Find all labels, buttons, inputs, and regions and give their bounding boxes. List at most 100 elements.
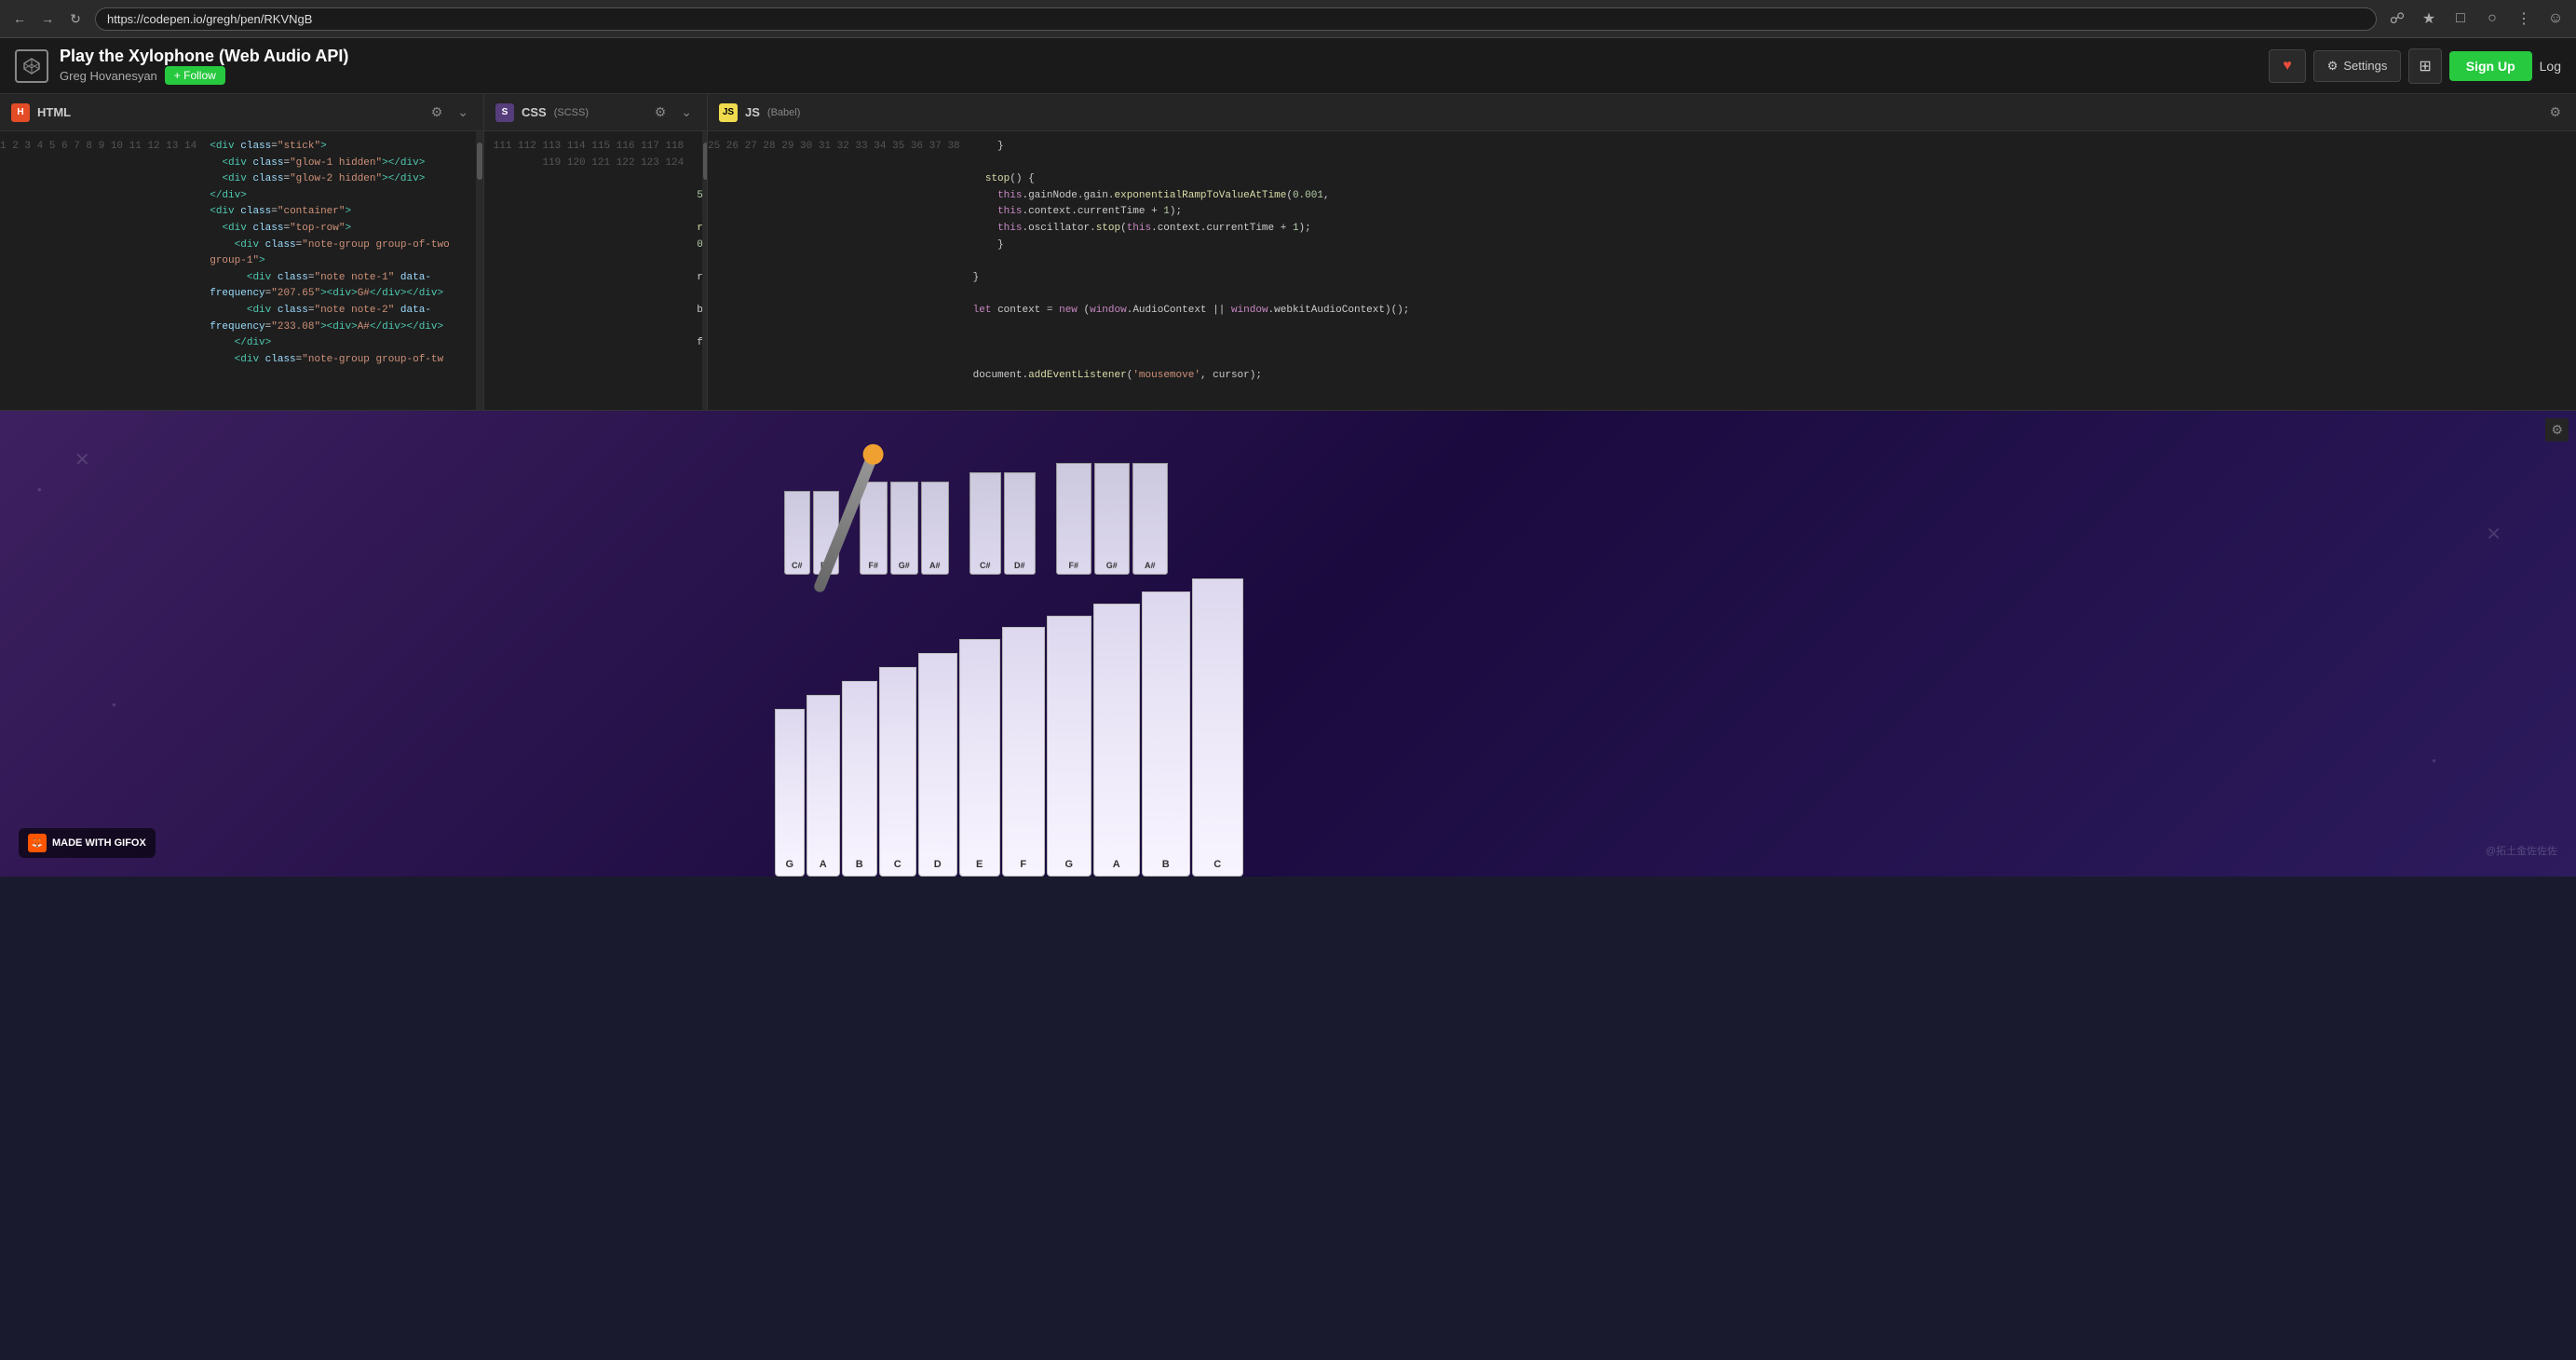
xylophone-stage: C# D# F# G# A# C# xyxy=(766,463,1399,877)
css-line-numbers: 111 112 113 114 115 116 117 118 119 120 … xyxy=(484,131,691,410)
css-label: CSS xyxy=(522,105,547,119)
key-c2[interactable]: C xyxy=(1192,578,1243,877)
heart-button[interactable]: ♥ xyxy=(2269,49,2306,83)
js-icon: JS xyxy=(719,103,738,122)
key-g1[interactable]: G xyxy=(775,709,805,877)
css-scrollbar[interactable] xyxy=(702,131,707,410)
sharp-label-gs1: G# xyxy=(899,561,910,570)
sharp-key-as2[interactable]: A# xyxy=(1132,463,1168,575)
key-e1[interactable]: E xyxy=(959,639,1000,877)
key-b1[interactable]: B xyxy=(842,681,877,877)
sharp-key-cs1[interactable]: C# xyxy=(784,491,810,575)
header-actions: ♥ ⚙ Settings ⊞ Sign Up Log xyxy=(2269,48,2561,84)
html-scrollbar[interactable] xyxy=(476,131,483,410)
css-sublabel: (SCSS) xyxy=(554,107,589,118)
pen-author: Greg Hovanesyan + Follow xyxy=(60,66,2269,85)
forward-button[interactable]: → xyxy=(35,7,60,31)
settings-label: Settings xyxy=(2343,59,2387,73)
login-button[interactable]: Log xyxy=(2540,59,2561,74)
js-sublabel: (Babel) xyxy=(767,107,800,118)
grid-button[interactable]: ⊞ xyxy=(2408,48,2441,84)
deco-dot-3: ✕ xyxy=(2486,523,2501,546)
key-label-g1: G xyxy=(785,859,793,870)
css-scrollbar-thumb xyxy=(703,143,707,180)
preview-settings-button[interactable]: ⚙ xyxy=(2545,418,2569,442)
browser-chrome: ← → ↻ https://codepen.io/gregh/pen/RKVNg… xyxy=(0,0,2576,38)
translate-icon[interactable]: ☍ xyxy=(2384,6,2410,32)
editor-area: H HTML ⚙ ⌄ 1 2 3 4 5 6 7 8 9 10 11 12 13… xyxy=(0,94,2576,411)
key-g2[interactable]: G xyxy=(1047,616,1091,877)
css-settings-icon[interactable]: ⚙ xyxy=(651,102,671,122)
natural-keys-bottom-row: G A B C D E F G A xyxy=(766,578,1399,877)
deco-dot-4: ● xyxy=(112,700,116,709)
address-bar[interactable]: https://codepen.io/gregh/pen/RKVNgB xyxy=(95,7,2377,31)
codepen-logo xyxy=(15,49,48,83)
key-label-d1: D xyxy=(934,859,942,870)
sharp-key-as1[interactable]: A# xyxy=(921,482,949,575)
js-tab: JS JS (Babel) ⚙ xyxy=(708,94,2576,131)
pen-info: Play the Xylophone (Web Audio API) Greg … xyxy=(60,47,2269,86)
browser-nav-buttons: ← → ↻ xyxy=(7,7,88,31)
signup-button[interactable]: Sign Up xyxy=(2449,51,2532,81)
css-panel: S CSS (SCSS) ⚙ ⌄ 111 112 113 114 115 116… xyxy=(484,94,708,410)
url-text: https://codepen.io/gregh/pen/RKVNgB xyxy=(107,12,312,26)
refresh-button[interactable]: ↻ xyxy=(63,7,88,31)
key-a1[interactable]: A xyxy=(807,695,840,877)
css-editor-content[interactable]: 111 112 113 114 115 116 117 118 119 120 … xyxy=(484,131,707,410)
profile-icon[interactable]: ○ xyxy=(2479,6,2505,32)
key-label-e1: E xyxy=(976,859,983,870)
sharp-label-fs1: F# xyxy=(868,561,878,570)
sharp-key-gs1[interactable]: G# xyxy=(890,482,918,575)
css-collapse-icon[interactable]: ⌄ xyxy=(677,102,696,122)
key-a2[interactable]: A xyxy=(1093,604,1140,877)
sharp-group-4: F# G# A# xyxy=(1056,463,1168,575)
sharp-label-ds2: D# xyxy=(1014,561,1025,570)
css-code-text: none; .glow-1, .gl border-rac 50%; backg… xyxy=(691,131,702,410)
key-c1[interactable]: C xyxy=(879,667,916,877)
sharp-key-ds2[interactable]: D# xyxy=(1004,472,1036,575)
sharp-key-gs2[interactable]: G# xyxy=(1094,463,1130,575)
top-header: Play the Xylophone (Web Audio API) Greg … xyxy=(0,38,2576,94)
html-panel: H HTML ⚙ ⌄ 1 2 3 4 5 6 7 8 9 10 11 12 13… xyxy=(0,94,484,410)
js-settings-icon[interactable]: ⚙ xyxy=(2545,102,2565,122)
key-f1[interactable]: F xyxy=(1002,627,1045,877)
js-label: JS xyxy=(745,105,760,119)
sharp-key-cs2[interactable]: C# xyxy=(969,472,1001,575)
pen-title: Play the Xylophone (Web Audio API) xyxy=(60,47,2269,67)
js-line-numbers: 25 26 27 28 29 30 31 32 33 34 35 36 37 3… xyxy=(708,131,968,410)
gifox-label: MADE WITH GIFOX xyxy=(52,837,146,849)
extensions-icon[interactable]: □ xyxy=(2447,6,2474,32)
html-editor-content[interactable]: 1 2 3 4 5 6 7 8 9 10 11 12 13 14 <div cl… xyxy=(0,131,483,410)
html-label: HTML xyxy=(37,105,71,119)
sharp-key-fs1[interactable]: F# xyxy=(860,482,888,575)
html-icon: H xyxy=(11,103,30,122)
html-collapse-icon[interactable]: ⌄ xyxy=(454,102,472,122)
deco-dot-1: ✕ xyxy=(75,448,90,471)
settings-icon[interactable]: ⋮ xyxy=(2511,6,2537,32)
author-name: Greg Hovanesyan xyxy=(60,69,157,83)
key-label-g2: G xyxy=(1064,859,1073,870)
html-settings-icon[interactable]: ⚙ xyxy=(427,102,447,122)
sharp-key-fs2[interactable]: F# xyxy=(1056,463,1091,575)
sharp-label-as1: A# xyxy=(929,561,941,570)
preview-area: ✕ ● ✕ ● ● C# D# F# G xyxy=(0,411,2576,877)
sharp-label-cs1: C# xyxy=(792,561,803,570)
css-icon: S xyxy=(495,103,514,122)
sharp-label-as2: A# xyxy=(1145,561,1156,570)
heart-icon: ♥ xyxy=(2283,58,2292,74)
settings-button[interactable]: ⚙ Settings xyxy=(2313,50,2402,82)
html-scrollbar-thumb xyxy=(477,143,482,180)
sharp-label-fs2: F# xyxy=(1068,561,1078,570)
gifox-icon: 🦊 xyxy=(28,834,47,852)
key-label-a1: A xyxy=(820,859,827,870)
js-panel: JS JS (Babel) ⚙ 25 26 27 28 29 30 31 32 … xyxy=(708,94,2576,410)
back-button[interactable]: ← xyxy=(7,7,32,31)
key-d1[interactable]: D xyxy=(918,653,957,877)
key-label-c1: C xyxy=(894,859,902,870)
star-icon[interactable]: ★ xyxy=(2416,6,2442,32)
key-b2[interactable]: B xyxy=(1142,592,1190,877)
follow-button[interactable]: + Follow xyxy=(165,66,225,85)
js-editor-content[interactable]: 25 26 27 28 29 30 31 32 33 34 35 36 37 3… xyxy=(708,131,2576,410)
key-label-b2: B xyxy=(1162,859,1170,870)
user-avatar[interactable]: ☺ xyxy=(2542,6,2569,32)
